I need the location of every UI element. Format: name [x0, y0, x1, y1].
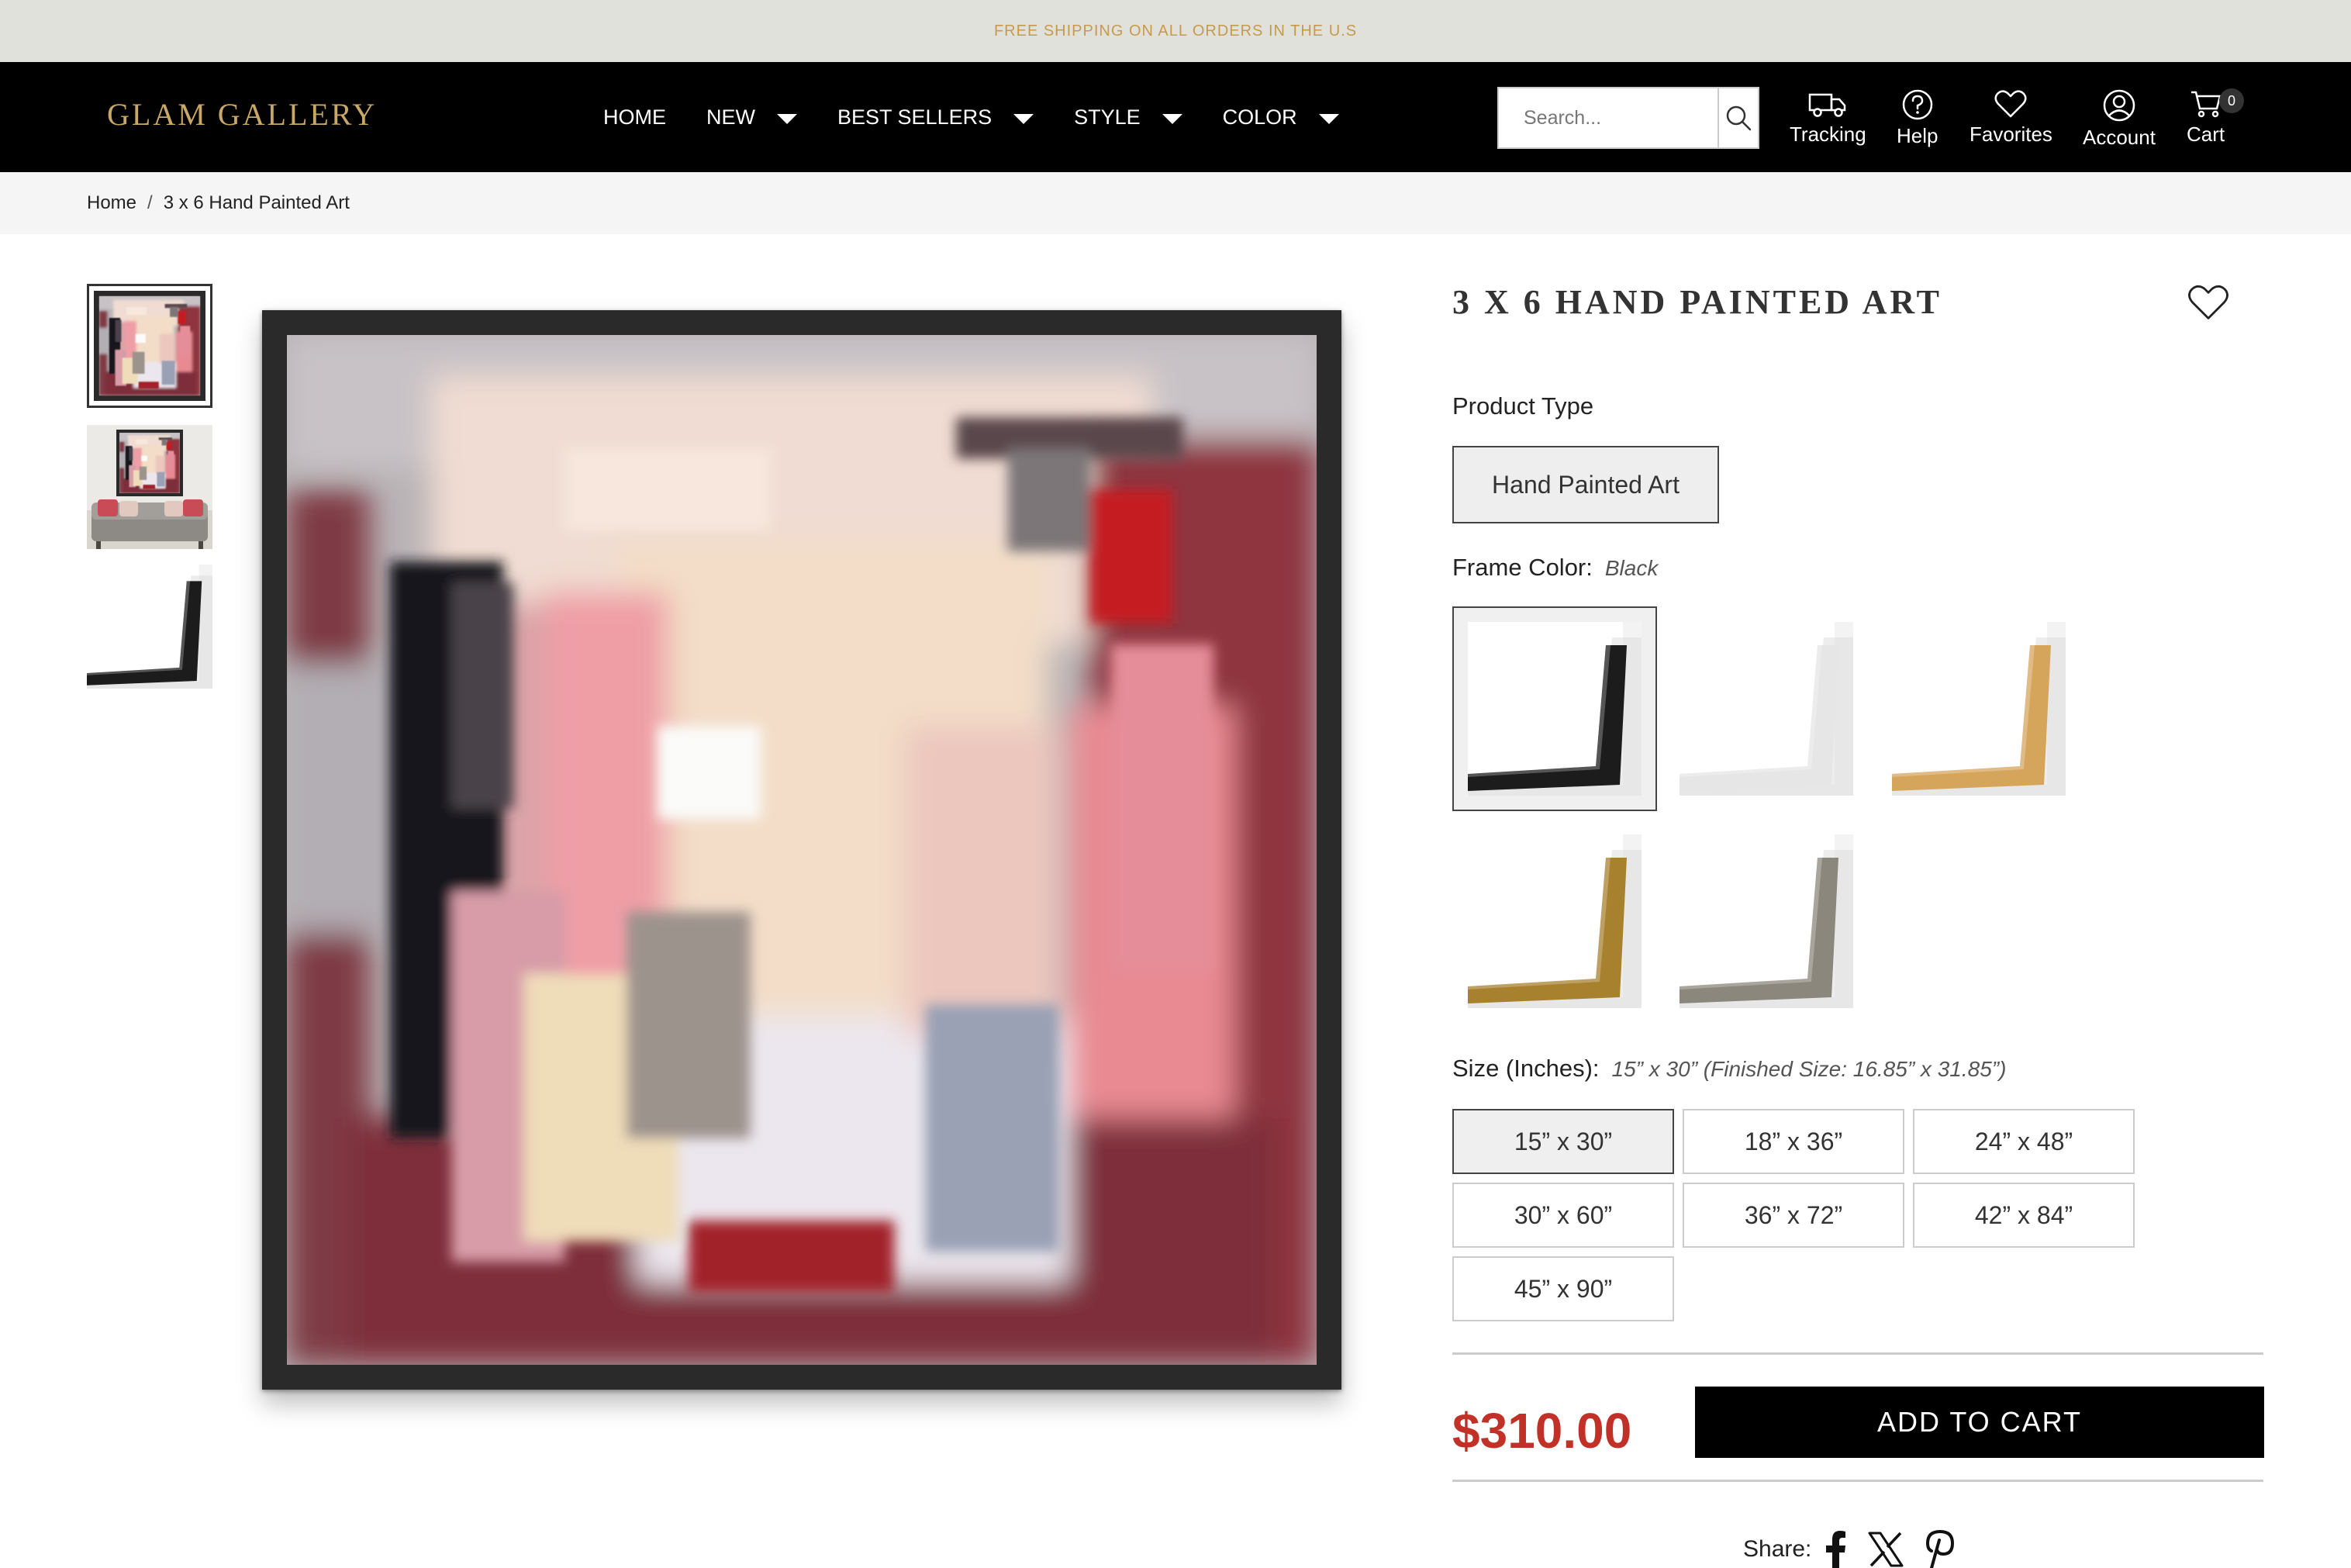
- heart-icon: [2188, 285, 2228, 319]
- nav-item-label: BEST SELLERS: [837, 105, 993, 129]
- share-facebook-button[interactable]: [1824, 1529, 1847, 1568]
- account-link[interactable]: Account: [2083, 88, 2156, 150]
- favorites-link[interactable]: Favorites: [1970, 88, 2052, 147]
- product-price: $310.00: [1452, 1403, 1632, 1459]
- size-option-18x36[interactable]: 18” x 36”: [1683, 1109, 1904, 1174]
- frame-swatch-oak[interactable]: [1892, 622, 2066, 796]
- breadcrumb-current: 3 x 6 Hand Painted Art: [163, 192, 350, 213]
- size-option-36x72[interactable]: 36” x 72”: [1683, 1183, 1904, 1248]
- x-icon: [1868, 1532, 1904, 1567]
- gold-frame-corner-image: [1468, 834, 1642, 1008]
- frame-color-label: Frame Color: Black: [1452, 554, 1658, 582]
- divider: [1452, 1480, 2263, 1482]
- nav-item-style[interactable]: STYLE: [1074, 105, 1182, 130]
- pinterest-icon: [1926, 1530, 1955, 1568]
- tracking-label: Tracking: [1790, 123, 1866, 146]
- breadcrumb-separator: /: [147, 192, 153, 213]
- frame-color-label-text: Frame Color:: [1452, 554, 1593, 581]
- white-frame-corner-image: [1680, 622, 1853, 796]
- add-to-favorites-button[interactable]: [2187, 282, 2230, 323]
- frame-swatch-silver[interactable]: [1680, 834, 1853, 1008]
- oak-frame-corner-image: [1892, 622, 2066, 796]
- frame-swatch-white[interactable]: [1680, 622, 1853, 796]
- facebook-icon: [1826, 1531, 1846, 1568]
- announcement-bar: FREE SHIPPING ON ALL ORDERS IN THE U.S: [0, 0, 2351, 62]
- share-label: Share:: [1743, 1536, 1812, 1562]
- breadcrumb-home-link[interactable]: Home: [87, 192, 136, 214]
- cart-label: Cart: [2187, 123, 2225, 146]
- painting-thumbnail-image: [94, 291, 205, 401]
- nav-item-best-sellers[interactable]: BEST SELLERS: [837, 105, 1034, 130]
- product-type-option[interactable]: Hand Painted Art: [1452, 446, 1719, 523]
- size-label: Size (Inches): 15” x 30” (Finished Size: …: [1452, 1055, 2006, 1083]
- product-type-label-text: Product Type: [1452, 392, 1594, 420]
- search-button[interactable]: [1719, 88, 1758, 147]
- search-icon: [1726, 105, 1752, 131]
- favorites-label: Favorites: [1970, 123, 2052, 146]
- share-row: Share:: [1743, 1529, 1976, 1568]
- nav-item-new[interactable]: NEW: [706, 105, 797, 130]
- painting-canvas: [287, 335, 1317, 1365]
- frame-detail-image: [87, 565, 212, 689]
- product-title: 3 X 6 HAND PAINTED ART: [1452, 283, 1943, 321]
- nav-item-label: COLOR: [1222, 105, 1297, 129]
- share-pinterest-button[interactable]: [1925, 1529, 1956, 1568]
- main-nav: HOME NEW BEST SELLERS STYLE COLOR: [603, 62, 1379, 172]
- brand-logo[interactable]: GLAM GALLERY: [107, 96, 377, 133]
- nav-item-label: STYLE: [1074, 105, 1141, 129]
- tracking-link[interactable]: Tracking: [1790, 88, 1866, 147]
- main-product-image[interactable]: [262, 310, 1341, 1390]
- divider: [1452, 1352, 2263, 1355]
- product-type-label: Product Type: [1452, 392, 1593, 420]
- size-label-text: Size (Inches):: [1452, 1055, 1600, 1082]
- chevron-down-icon: [777, 113, 797, 124]
- silver-frame-corner-image: [1680, 834, 1853, 1008]
- size-option-15x30[interactable]: 15” x 30”: [1452, 1109, 1674, 1174]
- cart-link[interactable]: 0 Cart: [2187, 88, 2244, 147]
- room-view-image: [87, 425, 212, 549]
- truck-icon: [1809, 93, 1846, 117]
- black-frame-corner-image: [1468, 622, 1642, 796]
- account-label: Account: [2083, 126, 2156, 149]
- abstract-painting-image: [287, 335, 1317, 1365]
- account-icon: [2103, 89, 2135, 122]
- thumbnail-frame-detail[interactable]: [87, 565, 212, 689]
- help-icon: [1902, 89, 1932, 120]
- chevron-down-icon: [1013, 113, 1034, 124]
- heart-icon: [1994, 90, 2027, 118]
- size-option-24x48[interactable]: 24” x 48”: [1913, 1109, 2135, 1174]
- breadcrumb: Home / 3 x 6 Hand Painted Art: [0, 172, 2351, 234]
- thumbnail-room-view[interactable]: [87, 425, 212, 549]
- help-link[interactable]: Help: [1897, 88, 1938, 148]
- frame-swatch-gold[interactable]: [1468, 834, 1642, 1008]
- share-x-button[interactable]: [1867, 1531, 1904, 1568]
- help-label: Help: [1897, 124, 1938, 147]
- search-box: [1497, 87, 1759, 149]
- size-option-42x84[interactable]: 42” x 84”: [1913, 1183, 2135, 1248]
- search-input[interactable]: [1499, 88, 1718, 147]
- chevron-down-icon: [1318, 113, 1339, 124]
- nav-item-color[interactable]: COLOR: [1223, 105, 1339, 130]
- size-option-30x60[interactable]: 30” x 60”: [1452, 1183, 1674, 1248]
- size-option-45x90[interactable]: 45” x 90”: [1452, 1256, 1674, 1321]
- size-selected-detail: 15” x 30” (Finished Size: 16.85” x 31.85…: [1611, 1057, 2007, 1081]
- add-to-cart-button[interactable]: ADD TO CART: [1695, 1387, 2264, 1458]
- frame-color-selected: Black: [1604, 556, 1659, 580]
- site-header: GLAM GALLERY HOME NEW BEST SELLERS STYLE…: [0, 62, 2351, 172]
- nav-item-home[interactable]: HOME: [603, 105, 666, 130]
- chevron-down-icon: [1162, 113, 1182, 124]
- frame-swatch-black[interactable]: [1452, 606, 1657, 811]
- announcement-text: FREE SHIPPING ON ALL ORDERS IN THE U.S: [993, 22, 1358, 40]
- cart-icon: [2190, 91, 2221, 118]
- thumbnail-painting[interactable]: [87, 284, 212, 408]
- nav-item-label: HOME: [603, 105, 666, 129]
- cart-count-badge: 0: [2219, 88, 2244, 113]
- nav-item-label: NEW: [706, 105, 755, 129]
